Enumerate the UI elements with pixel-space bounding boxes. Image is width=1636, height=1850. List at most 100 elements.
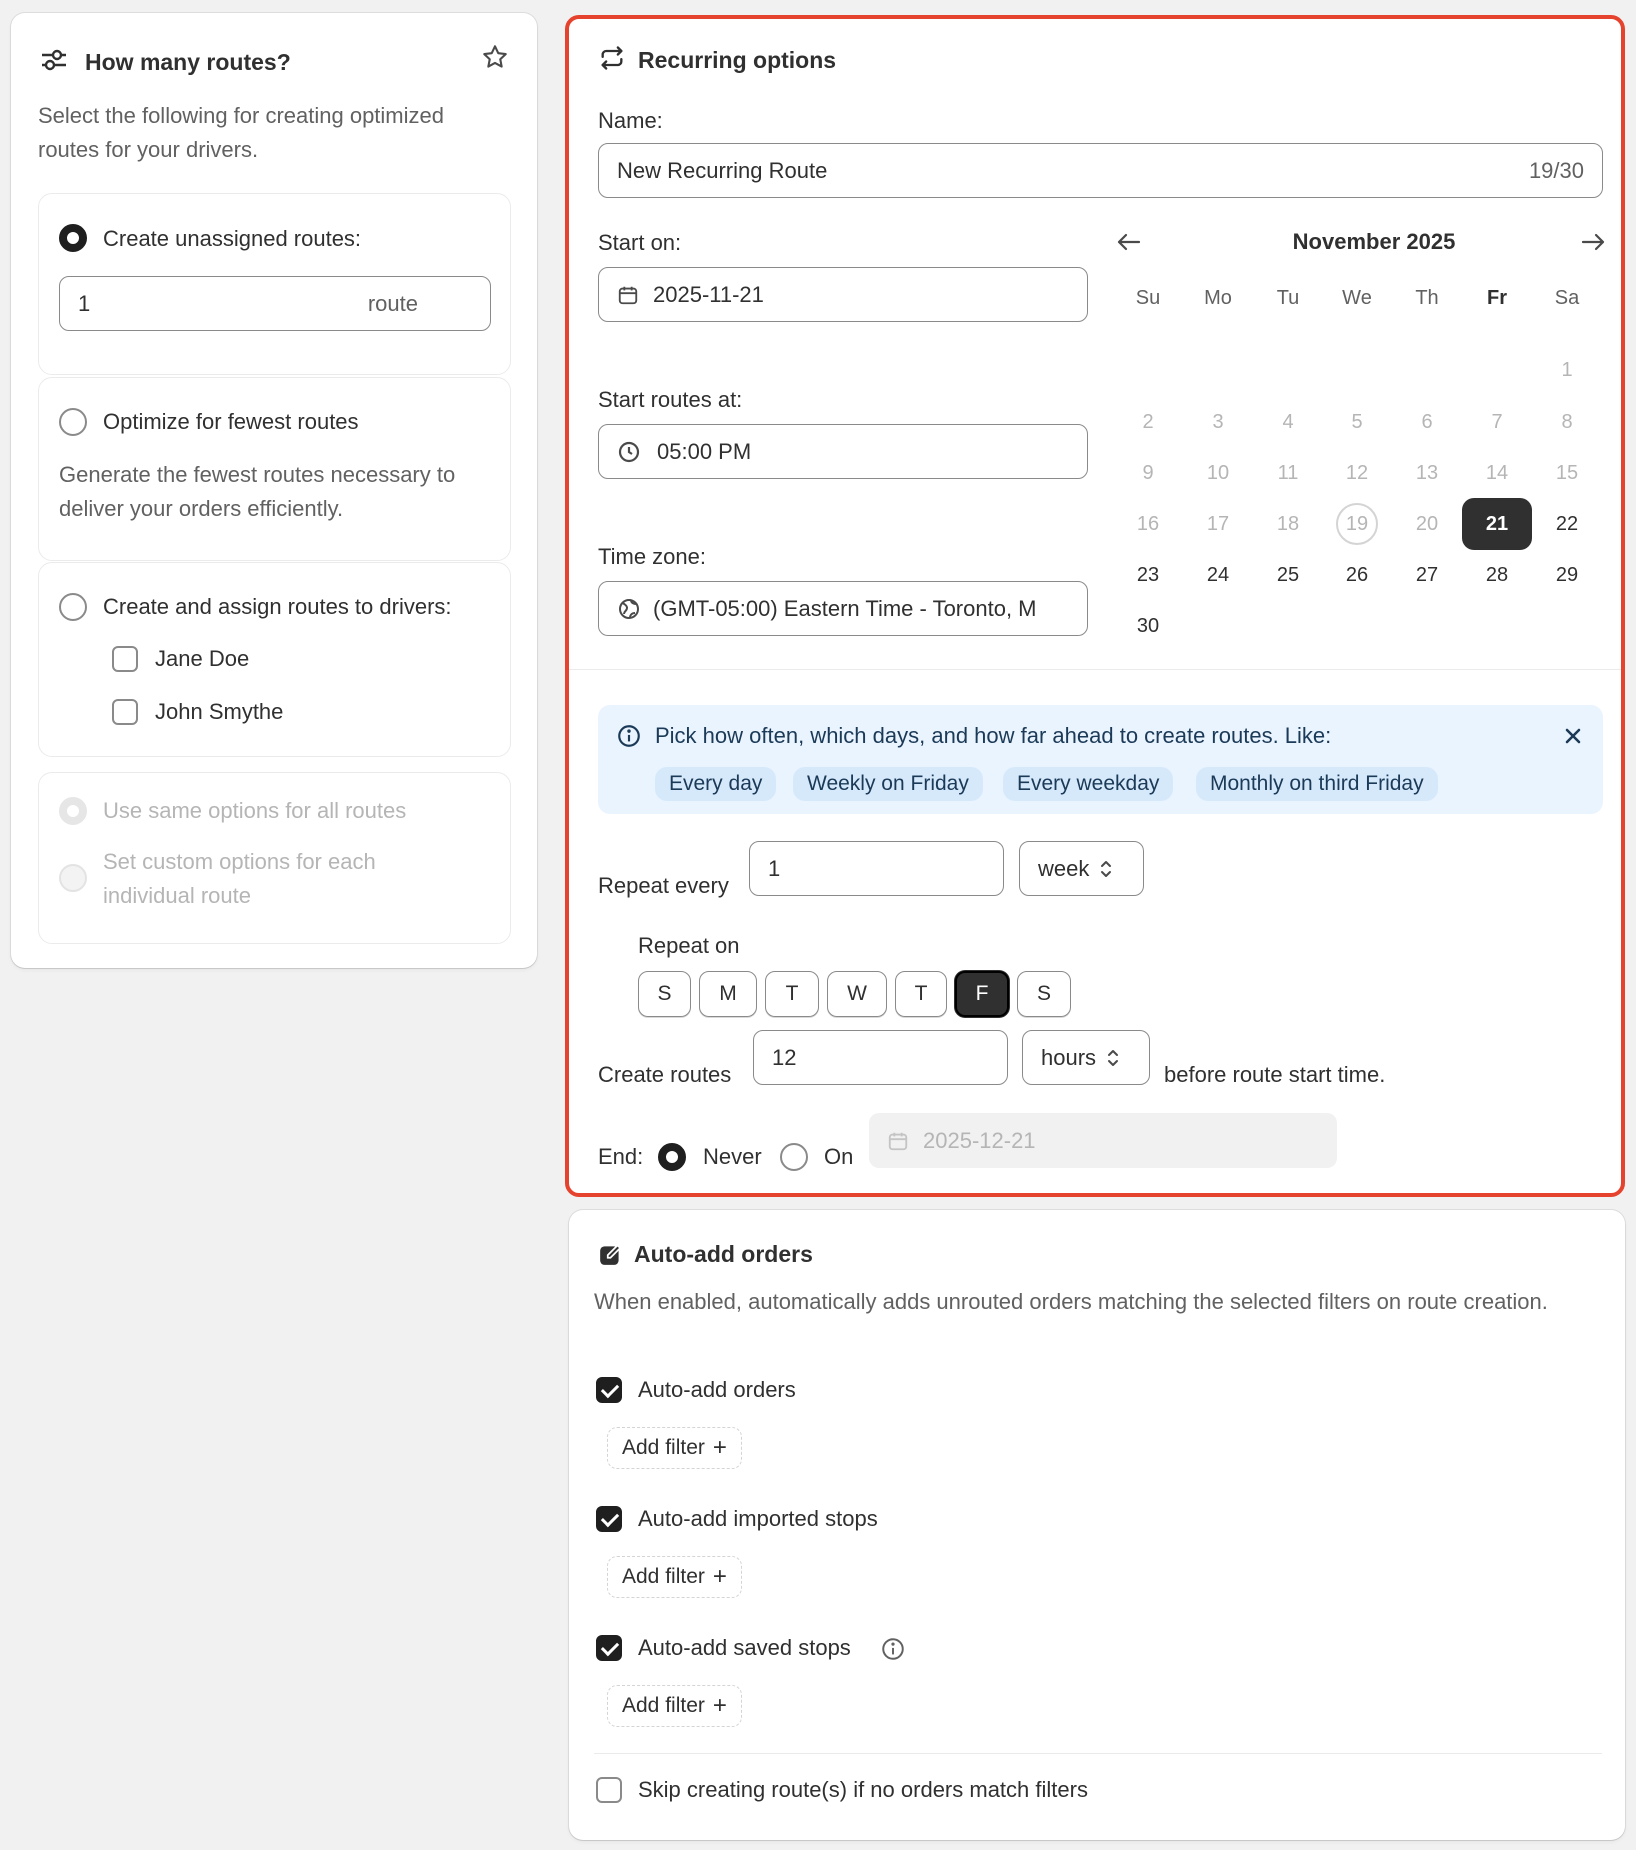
repeat-unit-value: week [1038,855,1090,881]
end-date-input: 2025-12-21 [869,1113,1337,1168]
auto-add-panel: Auto-add orders When enabled, automatica… [569,1210,1625,1840]
lead-time-unit-select[interactable]: hours [1022,1030,1150,1085]
calendar-day[interactable]: 25 [1253,549,1323,601]
option-unassigned-card: Create unassigned routes: 1 route [38,193,511,375]
info-icon[interactable] [880,1636,906,1662]
driver-name: John Smythe [155,699,284,724]
calendar-day[interactable]: 22 [1532,498,1602,550]
start-time-input[interactable]: 05:00 PM [598,424,1088,479]
create-routes-label: Create routes [598,1062,732,1087]
lead-time-input[interactable]: 12 [753,1030,1008,1085]
calendar-weekday: Th [1415,286,1439,309]
star-icon[interactable] [481,43,509,71]
section-divider [594,1753,1602,1754]
next-month-icon[interactable] [1579,230,1607,254]
name-char-count: 19/30 [1528,157,1584,183]
timezone-value: (GMT-05:00) Eastern Time - Toronto, M [653,595,1037,621]
route-count-input[interactable]: 1 route [59,276,491,331]
calendar-day: 18 [1276,512,1300,535]
globe-icon [617,597,641,621]
example-chip[interactable]: Every weekday [1003,767,1174,801]
auto-add-imported-label: Auto-add imported stops [638,1506,878,1531]
auto-add-imported-checkbox[interactable] [596,1506,622,1532]
lead-time-value: 12 [772,1044,797,1070]
repeat-interval-value: 1 [768,855,781,881]
skip-routes-checkbox[interactable] [596,1777,622,1803]
plus-icon: + [712,1692,727,1719]
driver-checkbox-john[interactable] [112,699,138,725]
add-filter-button[interactable]: Add filter + [607,1556,742,1598]
day-button-sat[interactable]: S [1017,971,1071,1017]
repeat-interval-input[interactable]: 1 [749,841,1004,896]
calendar-day[interactable]: 26 [1322,549,1392,601]
calendar-icon [887,1130,909,1152]
edit-icon [598,1241,624,1267]
add-filter-label: Add filter [622,1565,705,1588]
unassigned-label: Create unassigned routes: [103,226,362,251]
day-button-sun[interactable]: S [638,971,691,1017]
fewest-description: Generate the fewest routes necessary to … [59,462,456,521]
calendar-day[interactable]: 29 [1532,549,1602,601]
auto-add-orders-checkbox[interactable] [596,1377,622,1403]
end-never-radio[interactable] [658,1143,686,1171]
day-button-mon[interactable]: M [699,971,757,1017]
example-chip[interactable]: Every day [655,767,777,801]
fewest-radio[interactable] [59,408,87,436]
add-filter-button[interactable]: Add filter + [607,1685,742,1727]
calendar-weekday: Su [1135,286,1161,309]
day-button-wed[interactable]: W [827,971,887,1017]
auto-add-orders-label: Auto-add orders [638,1377,796,1402]
calendar-day[interactable]: 30 [1113,600,1183,652]
calendar-day: 13 [1415,461,1439,484]
calendar-day: 8 [1561,410,1573,433]
calendar-weekday: Tu [1276,286,1300,309]
name-input[interactable]: New Recurring Route 19/30 [598,143,1603,198]
calendar-day: 6 [1421,410,1433,433]
option-fewest-card: Optimize for fewest routes Generate the … [38,377,511,561]
driver-name: Jane Doe [155,646,250,671]
option-assign-card: Create and assign routes to drivers: Jan… [38,562,511,757]
create-routes-suffix: before route start time. [1164,1062,1386,1087]
calendar-day[interactable]: 23 [1113,549,1183,601]
prev-month-icon[interactable] [1115,230,1143,254]
close-icon[interactable] [1562,725,1584,747]
unassigned-radio[interactable] [59,224,87,252]
day-button-thu[interactable]: T [895,971,947,1017]
calendar-day: 1 [1561,358,1573,381]
calendar-day: 11 [1277,461,1299,484]
route-count-value: 1 [78,290,91,316]
calendar-day: 19 [1322,498,1392,550]
calendar-day[interactable]: 28 [1462,549,1532,601]
auto-add-title: Auto-add orders [634,1241,813,1267]
timezone-select[interactable]: (GMT-05:00) Eastern Time - Toronto, M [598,581,1088,636]
calendar-day: 7 [1491,410,1503,433]
info-banner: Pick how often, which days, and how far … [598,705,1603,814]
plus-icon: + [712,1434,727,1461]
skip-routes-label: Skip creating route(s) if no orders matc… [638,1777,1088,1802]
example-chip[interactable]: Monthly on third Friday [1196,767,1438,801]
calendar-day[interactable]: 27 [1392,549,1462,601]
today-ring [1336,503,1378,545]
end-on-radio[interactable] [780,1143,808,1171]
calendar-day: 3 [1212,410,1224,433]
repeat-unit-select[interactable]: week [1019,841,1144,896]
calendar-day[interactable]: 21 [1462,498,1532,550]
assign-radio[interactable] [59,593,87,621]
auto-add-saved-checkbox[interactable] [596,1635,622,1661]
add-filter-button[interactable]: Add filter + [607,1427,742,1469]
calendar-day: 16 [1136,512,1160,535]
start-date-value: 2025-11-21 [653,281,764,307]
calendar-day: 10 [1206,461,1230,484]
example-chip[interactable]: Weekly on Friday [793,767,983,801]
calendar-weekday: Mo [1204,286,1232,309]
day-button-fri[interactable]: F [955,971,1009,1017]
day-button-tue[interactable]: T [765,971,819,1017]
driver-checkbox-jane[interactable] [112,646,138,672]
recurring-options-panel: Recurring options Name: New Recurring Ro… [565,15,1625,1197]
section-divider [569,669,1621,670]
name-value: New Recurring Route [617,157,828,183]
calendar-day: 4 [1282,410,1294,433]
same-options-label: Use same options for all routes [103,798,407,823]
start-date-input[interactable]: 2025-11-21 [598,267,1088,322]
calendar-day[interactable]: 24 [1183,549,1253,601]
